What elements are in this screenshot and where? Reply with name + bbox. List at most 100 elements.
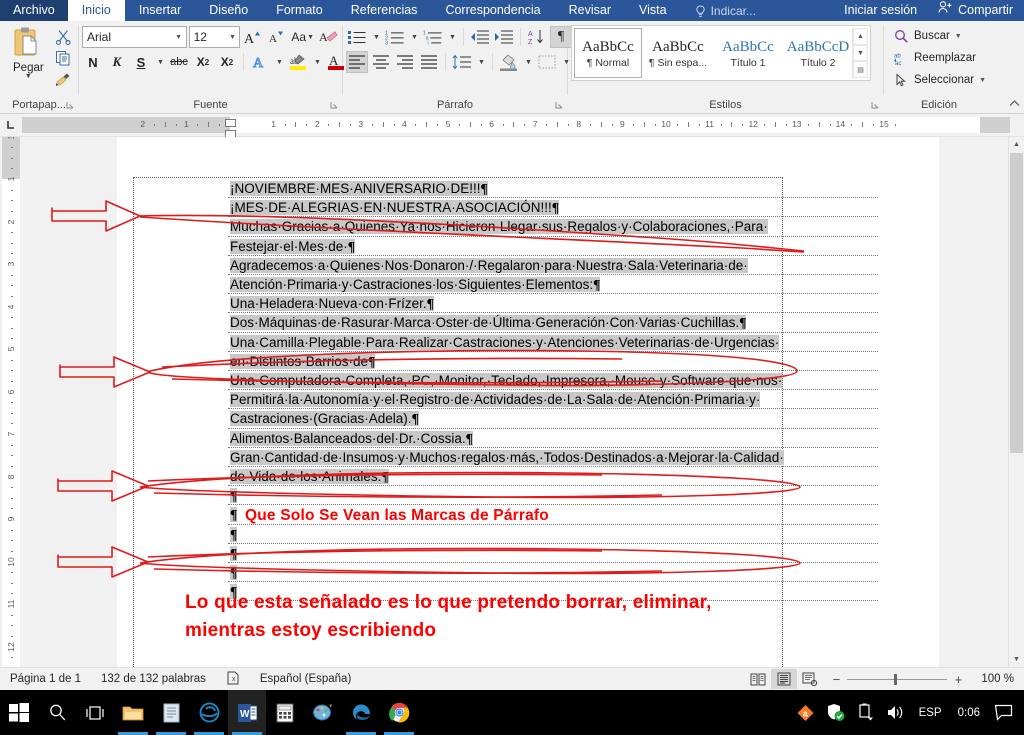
usb-eject-tray-icon[interactable] [851, 690, 881, 735]
document-line[interactable]: Dos·Máquinas·de·Rasurar·Marca·Oster·de·Ú… [230, 313, 876, 332]
page-canvas[interactable]: ¡NOVIEMBRE·MES·ANIVERSARIO·DE!!!¶¡MES·DE… [22, 137, 1024, 667]
style-sin-espaciado[interactable]: AaBbCc ¶ Sin espa... [644, 28, 712, 78]
share-button[interactable]: Compartir [929, 0, 1024, 21]
sort-button[interactable]: AZ [526, 26, 548, 48]
document-line[interactable]: Una·Heladera·Nueva·con·Frízer.¶ [230, 294, 876, 313]
copy-icon[interactable] [55, 50, 73, 67]
styles-scroll-up[interactable]: ▲ [853, 28, 868, 45]
chevron-down-icon[interactable]: ▼ [225, 34, 239, 41]
grow-font-button[interactable]: A [242, 26, 264, 48]
empty-paragraph-line[interactable]: ¶ [230, 486, 876, 505]
print-layout-button[interactable] [771, 669, 797, 689]
subscript-button[interactable]: X2 [192, 51, 214, 73]
decrease-indent-button[interactable] [469, 26, 491, 48]
line-spacing-button[interactable] [451, 51, 473, 73]
first-line-indent-marker[interactable] [225, 119, 236, 127]
text-effects-button[interactable]: A [249, 51, 271, 73]
clock[interactable]: 0:06 [950, 707, 988, 719]
font-size-combo[interactable]: 12 ▼ [189, 26, 241, 48]
document-line[interactable]: Festejar·el·Mes·de·¶ [230, 237, 876, 256]
style-titulo-2[interactable]: AaBbCcD Título 2 [784, 28, 852, 78]
shrink-font-button[interactable]: A [266, 26, 288, 48]
volume-tray-icon[interactable] [881, 690, 911, 735]
clear-formatting-button[interactable]: A [317, 26, 339, 48]
zoom-thumb[interactable] [894, 674, 897, 685]
document-line[interactable]: de·Vida·de·los·Animales.¶ [230, 467, 876, 486]
keyboard-language[interactable]: ESP [911, 707, 950, 719]
document-line[interactable]: Una·Computadora·Completa,·PC,·Monitor,·T… [230, 371, 876, 390]
select-dropdown-arrow[interactable]: ▼ [979, 77, 986, 84]
read-mode-button[interactable] [745, 669, 771, 689]
borders-button[interactable] [536, 51, 558, 73]
document-line[interactable]: Muchas·Gracias·a·Quienes·Ya·nos·Hicieron… [230, 217, 876, 236]
taskbar-calculator[interactable] [266, 690, 304, 735]
empty-paragraph-line[interactable]: ¶ [230, 544, 876, 563]
tab-formato[interactable]: Formato [262, 0, 337, 21]
bullets-button[interactable] [346, 26, 368, 48]
tab-correspondencia[interactable]: Correspondencia [431, 0, 554, 21]
document-line[interactable]: ¡NOVIEMBRE·MES·ANIVERSARIO·DE!!!¶ [230, 179, 876, 198]
empty-paragraph-line[interactable]: ¶ [230, 563, 876, 582]
tab-vista[interactable]: Vista [625, 0, 681, 21]
tab-stop-selector[interactable] [0, 114, 22, 136]
tab-diseno[interactable]: Diseño [195, 0, 262, 21]
change-case-button[interactable]: Aa▼ [290, 26, 315, 48]
replace-button[interactable]: abac Reemplazar [893, 48, 986, 68]
styles-more-button[interactable]: ▤ [853, 61, 868, 78]
highlight-dropdown-arrow[interactable]: ▼ [311, 51, 323, 73]
horizontal-ruler[interactable]: 21123456789101112131415 [22, 117, 1010, 133]
styles-dialog-launcher[interactable] [871, 100, 880, 109]
text-effects-dropdown-arrow[interactable]: ▼ [273, 51, 285, 73]
document-line[interactable]: Permitirá·la·Autonomía·y·el·Registro·de·… [230, 390, 876, 409]
tab-revisar[interactable]: Revisar [555, 0, 625, 21]
document-line[interactable]: Gran·Cantidad·de·Insumos·y·Muchos·regalo… [230, 448, 876, 467]
bold-button[interactable]: N [82, 51, 104, 73]
taskbar-word[interactable]: W [228, 690, 266, 735]
action-center-icon[interactable] [988, 690, 1018, 735]
shading-dropdown-arrow[interactable]: ▼ [522, 51, 534, 73]
justify-button[interactable] [418, 51, 440, 73]
strikethrough-button[interactable]: abc [168, 51, 190, 73]
collapse-ribbon-button[interactable] [1009, 99, 1020, 111]
scroll-up-button[interactable]: ▲ [1009, 137, 1024, 152]
taskbar-ie[interactable] [190, 690, 228, 735]
document-line[interactable]: ¡MES·DE·ALEGRIAS·EN·NUESTRA·ASOCIACIÓN!!… [230, 198, 876, 217]
styles-scroll[interactable]: ▲ ▼ ▤ [852, 28, 868, 78]
page-indicator[interactable]: Página 1 de 1 [0, 673, 91, 685]
document-line[interactable]: Alimentos·Balanceados·del·Dr.·Cossia.¶ [230, 429, 876, 448]
format-painter-icon[interactable] [55, 71, 73, 88]
zoom-out-button[interactable]: − [831, 672, 841, 687]
proofing-status[interactable]: x [216, 671, 250, 688]
zoom-track[interactable] [847, 679, 947, 680]
search-icon[interactable] [38, 690, 76, 735]
chevron-down-icon[interactable]: ▼ [172, 34, 186, 41]
select-button[interactable]: Seleccionar ▼ [893, 70, 986, 90]
highlight-color-button[interactable]: ab [287, 51, 309, 73]
web-layout-button[interactable] [797, 669, 823, 689]
align-right-button[interactable] [394, 51, 416, 73]
avast-tray-icon[interactable]: a [791, 690, 821, 735]
find-dropdown-arrow[interactable]: ▼ [955, 33, 962, 40]
document-line[interactable]: en·Distintos·Barrios·de¶ [230, 352, 876, 371]
tab-inicio[interactable]: Inicio [68, 0, 125, 21]
align-left-button[interactable] [346, 51, 368, 73]
cut-icon[interactable] [55, 29, 73, 46]
bullets-dropdown-arrow[interactable]: ▼ [370, 26, 382, 48]
line-spacing-dropdown-arrow[interactable]: ▼ [475, 51, 487, 73]
paste-button[interactable]: Pegar ▼ [5, 24, 52, 88]
numbering-dropdown-arrow[interactable]: ▼ [408, 26, 420, 48]
vertical-scrollbar[interactable]: ▲ ▼ [1008, 137, 1024, 667]
align-center-button[interactable] [370, 51, 392, 73]
zoom-level[interactable]: 100 % [971, 673, 1024, 685]
tab-insertar[interactable]: Insertar [125, 0, 195, 21]
paste-dropdown-arrow[interactable]: ▼ [25, 74, 32, 80]
document-page[interactable]: ¡NOVIEMBRE·MES·ANIVERSARIO·DE!!!¶¡MES·DE… [117, 137, 919, 667]
scroll-down-button[interactable]: ▼ [1009, 652, 1024, 667]
taskbar-notepad[interactable] [152, 690, 190, 735]
document-line[interactable]: Atención·Primaria·y·Castraciones·los·Sig… [230, 275, 876, 294]
start-button[interactable] [0, 690, 38, 735]
taskbar-paint[interactable] [304, 690, 342, 735]
scrollbar-thumb[interactable] [1010, 153, 1023, 453]
style-normal[interactable]: AaBbCc ¶ Normal [574, 28, 642, 78]
underline-dropdown-arrow[interactable]: ▼ [154, 51, 166, 73]
